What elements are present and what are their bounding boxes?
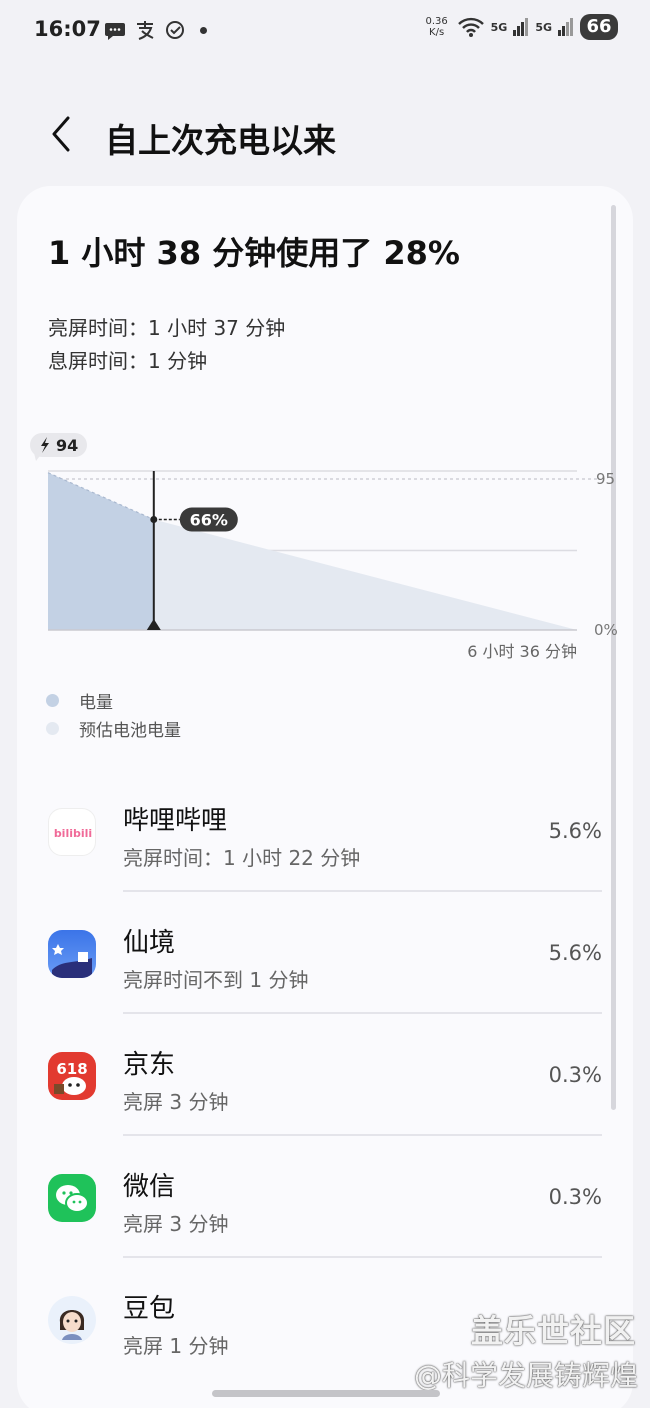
app-usage-percent: 0.3% bbox=[548, 1063, 602, 1087]
app-name: 京东 bbox=[123, 1050, 176, 1080]
page-header: 自上次充电以来 bbox=[0, 100, 650, 170]
app-usage-detail: 亮屏 1 分钟 bbox=[123, 1334, 229, 1358]
signal-label-2: 5G bbox=[535, 20, 552, 34]
watermark-user: @科学发展铸辉煌 bbox=[413, 1359, 638, 1392]
app-usage-percent: 5.6% bbox=[548, 941, 602, 965]
chart-legend: 电量 预估电池电量 bbox=[46, 686, 181, 742]
legend-item-actual: 电量 bbox=[46, 686, 181, 714]
app-name: 仙境 bbox=[123, 928, 176, 958]
app-item-jd[interactable]: 618 京东 亮屏 3 分钟 0.3% bbox=[0, 1014, 650, 1136]
y-tick-label-top: 95 bbox=[596, 470, 615, 488]
bilibili-logo-text: bilibili bbox=[54, 827, 92, 840]
app-usage-detail: 亮屏时间不到 1 分钟 bbox=[123, 968, 309, 992]
app-name: 哔哩哔哩 bbox=[123, 806, 228, 836]
doubao-icon bbox=[48, 1296, 96, 1344]
message-icon bbox=[105, 23, 125, 40]
signal-icon bbox=[513, 18, 529, 36]
start-label: 94 bbox=[56, 436, 78, 455]
more-notifications-dot bbox=[200, 26, 207, 34]
app-name: 微信 bbox=[123, 1172, 176, 1202]
chevron-left-icon bbox=[52, 116, 70, 152]
legend-label: 预估电池电量 bbox=[79, 720, 181, 741]
network-speed: 0.36 K/s bbox=[423, 16, 451, 38]
signal-label-1: 5G bbox=[490, 20, 508, 34]
legend-label: 电量 bbox=[79, 692, 113, 713]
home-indicator[interactable] bbox=[212, 1390, 440, 1397]
wifi-icon bbox=[457, 17, 484, 37]
start-label-pointer bbox=[34, 453, 42, 461]
y-tick-label-bottom: 0% bbox=[594, 621, 618, 639]
page-title: 自上次充电以来 bbox=[105, 121, 336, 160]
app-item-wechat[interactable]: 微信 亮屏 3 分钟 0.3% bbox=[0, 1136, 650, 1258]
notification-icons bbox=[104, 19, 207, 41]
status-bar: 16:07 0.36 K/s 5G 5G 66 bbox=[0, 0, 650, 64]
app-usage-percent: 5.6% bbox=[548, 819, 602, 843]
status-right: 0.36 K/s 5G 5G 66 bbox=[423, 14, 618, 40]
watermark-community: 盖乐世社区 bbox=[470, 1312, 636, 1350]
bilibili-icon: bilibili bbox=[48, 808, 96, 856]
status-time: 16:07 bbox=[34, 17, 101, 41]
wechat-icon bbox=[48, 1174, 96, 1222]
app-name: 豆包 bbox=[123, 1294, 176, 1324]
check-icon bbox=[166, 21, 184, 39]
legend-swatch-actual bbox=[46, 693, 59, 707]
series-area-actual bbox=[48, 472, 154, 630]
legend-item-estimated: 预估电池电量 bbox=[46, 714, 181, 742]
screen-off-time: 息屏时间：1 分钟 bbox=[48, 349, 208, 373]
app-usage-detail: 亮屏 3 分钟 bbox=[123, 1212, 229, 1236]
x-end-label: 6 小时 36 分钟 bbox=[467, 642, 577, 661]
jd-icon: 618 bbox=[48, 1052, 96, 1100]
app-usage-percent: 0.3% bbox=[548, 1185, 602, 1209]
battery-level: 66 bbox=[580, 14, 618, 40]
screen-on-time: 亮屏时间：1 小时 37 分钟 bbox=[48, 316, 286, 340]
usage-summary: 1 小时 38 分钟使用了 28% bbox=[48, 234, 460, 272]
cursor-label: 66% bbox=[190, 511, 228, 530]
app-item-bilibili[interactable]: bilibili 哔哩哔哩 亮屏时间：1 小时 22 分钟 5.6% bbox=[0, 770, 650, 892]
app-usage-detail: 亮屏 3 分钟 bbox=[123, 1090, 229, 1114]
battery-chart[interactable]: 66% 94 95 0% 6 小时 36 分钟 bbox=[0, 420, 650, 680]
legend-swatch-estimated bbox=[46, 721, 59, 735]
net-speed-unit: K/s bbox=[429, 27, 445, 38]
series-area-estimated bbox=[153, 519, 578, 630]
battery-chart-svg: 66% 94 95 0% 6 小时 36 分钟 bbox=[30, 433, 618, 661]
net-speed-value: 0.36 bbox=[425, 16, 448, 27]
back-button[interactable] bbox=[38, 112, 82, 156]
app-item-xianjing[interactable]: 仙境 亮屏时间不到 1 分钟 5.6% bbox=[0, 892, 650, 1014]
alipay-icon bbox=[137, 21, 154, 40]
jd-618-text: 618 bbox=[56, 1060, 87, 1078]
signal-icon bbox=[558, 18, 573, 36]
app-usage-detail: 亮屏时间：1 小时 22 分钟 bbox=[123, 846, 361, 870]
wonderland-icon bbox=[48, 930, 96, 978]
